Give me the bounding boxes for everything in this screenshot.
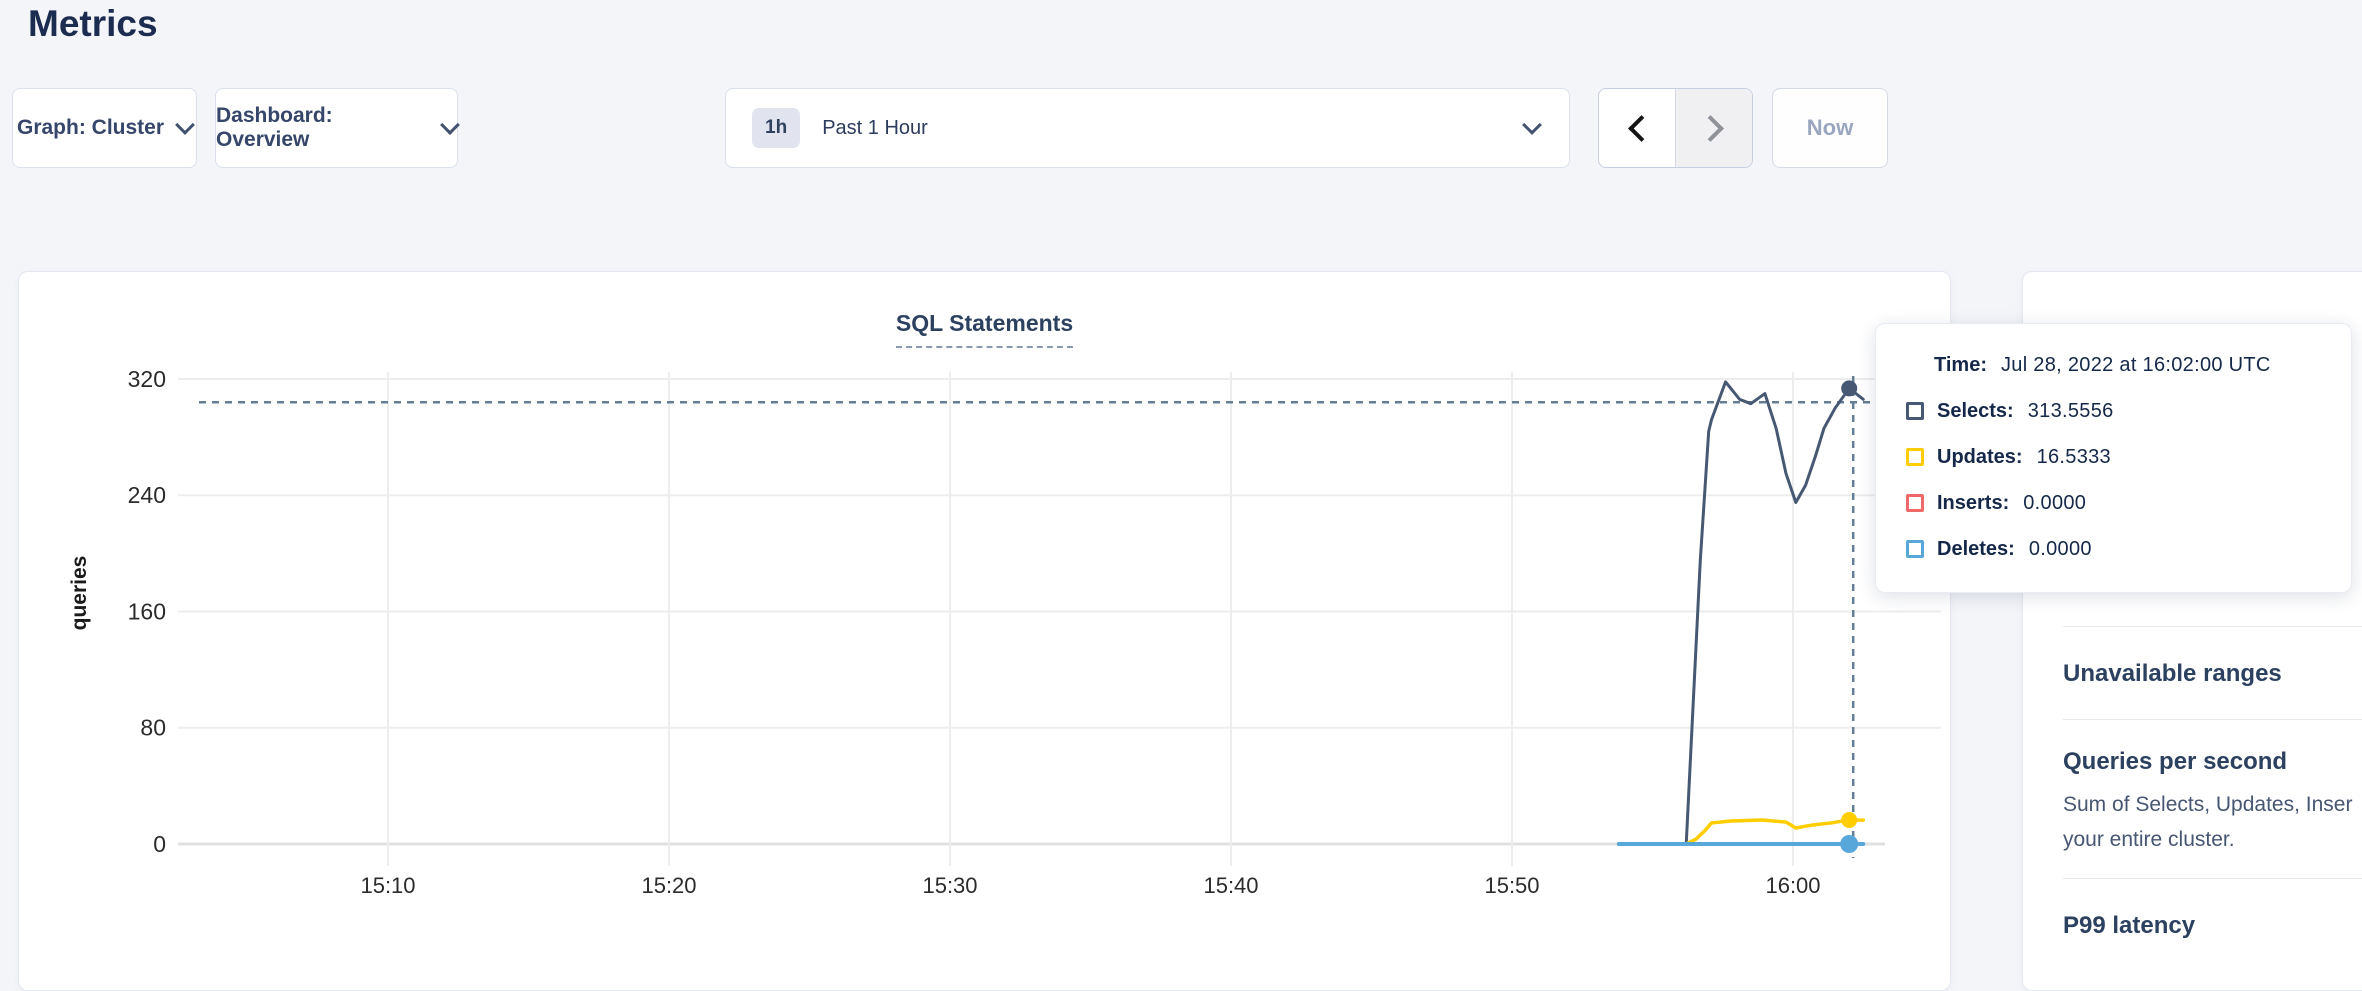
tooltip-row-selects: Selects: 313.5556 bbox=[1906, 388, 2351, 434]
time-range-badge: 1h bbox=[752, 108, 800, 148]
time-step-group bbox=[1598, 88, 1753, 168]
deletes-swatch-icon bbox=[1906, 540, 1924, 558]
divider bbox=[2063, 719, 2362, 720]
metrics-page: { "page": { "title": "Metrics" }, "toolb… bbox=[0, 0, 2362, 966]
tooltip-time-row: Time: Jul 28, 2022 at 16:02:00 UTC bbox=[1934, 346, 2351, 384]
time-range-label: Past 1 Hour bbox=[822, 117, 928, 140]
tooltip-row-updates: Updates: 16.5333 bbox=[1906, 434, 2351, 480]
tooltip-row-inserts: Inserts: 0.0000 bbox=[1906, 480, 2351, 526]
tooltip-row-value: 0.0000 bbox=[2023, 492, 2086, 515]
chevron-left-icon bbox=[1628, 115, 1655, 142]
svg-text:15:40: 15:40 bbox=[1203, 873, 1258, 898]
dashboard-dropdown[interactable]: Dashboard: Overview bbox=[215, 88, 458, 168]
tooltip-row-label: Updates: bbox=[1937, 446, 2023, 469]
sql-statements-chart[interactable]: 0 80 160 240 320 15:10 15:20 15:30 15:40 15:50 16:… bbox=[19, 272, 1952, 967]
svg-text:16:00: 16:00 bbox=[1765, 873, 1820, 898]
tooltip-row-deletes: Deletes: 0.0000 bbox=[1906, 526, 2351, 572]
tooltip-time-value: Jul 28, 2022 at 16:02:00 UTC bbox=[2001, 354, 2271, 377]
section-title-queries-per-second: Queries per second bbox=[2063, 748, 2287, 776]
chart-hover-tooltip: Time: Jul 28, 2022 at 16:02:00 UTC Selec… bbox=[1875, 323, 2352, 593]
graph-dropdown[interactable]: Graph: Cluster bbox=[12, 88, 197, 168]
selects-swatch-icon bbox=[1906, 402, 1924, 420]
svg-text:15:20: 15:20 bbox=[641, 873, 696, 898]
divider bbox=[2063, 878, 2362, 879]
svg-text:15:30: 15:30 bbox=[922, 873, 977, 898]
dashboard-dropdown-label: Dashboard: Overview bbox=[216, 104, 429, 152]
tooltip-row-label: Deletes: bbox=[1937, 538, 2015, 561]
svg-text:320: 320 bbox=[128, 366, 166, 392]
section-title-p99-latency: P99 latency bbox=[2063, 912, 2195, 940]
time-step-forward-button[interactable] bbox=[1675, 89, 1752, 167]
tooltip-row-label: Selects: bbox=[1937, 400, 2014, 423]
now-button[interactable]: Now bbox=[1772, 88, 1888, 168]
section-description-line: Sum of Selects, Updates, Inser bbox=[2063, 793, 2352, 817]
svg-text:80: 80 bbox=[140, 715, 166, 741]
svg-text:0: 0 bbox=[153, 831, 166, 857]
page-title: Metrics bbox=[28, 0, 158, 48]
time-step-back-button[interactable] bbox=[1599, 89, 1675, 167]
chevron-right-icon bbox=[1697, 115, 1724, 142]
tooltip-time-label: Time: bbox=[1934, 354, 1987, 377]
tooltip-row-value: 16.5333 bbox=[2037, 446, 2111, 469]
divider bbox=[2063, 626, 2362, 627]
sql-statements-chart-card: SQL Statements 08016024032015:1015:2015:… bbox=[18, 271, 1951, 991]
time-range-picker[interactable]: 1h Past 1 Hour bbox=[725, 88, 1570, 168]
chevron-down-icon bbox=[440, 115, 460, 135]
svg-text:queries: queries bbox=[68, 556, 91, 631]
section-title-unavailable-ranges: Unavailable ranges bbox=[2063, 660, 2282, 688]
inserts-swatch-icon bbox=[1906, 494, 1924, 512]
updates-swatch-icon bbox=[1906, 448, 1924, 466]
section-description-line: your entire cluster. bbox=[2063, 828, 2235, 852]
tooltip-row-value: 313.5556 bbox=[2028, 400, 2114, 423]
tooltip-row-value: 0.0000 bbox=[2029, 538, 2092, 561]
tooltip-row-label: Inserts: bbox=[1937, 492, 2009, 515]
svg-text:15:50: 15:50 bbox=[1484, 873, 1539, 898]
graph-dropdown-label: Graph: Cluster bbox=[17, 116, 164, 140]
svg-text:15:10: 15:10 bbox=[360, 873, 415, 898]
chevron-down-icon bbox=[175, 115, 195, 135]
svg-text:240: 240 bbox=[128, 482, 166, 508]
svg-text:160: 160 bbox=[128, 598, 166, 624]
chevron-down-icon bbox=[1522, 115, 1542, 135]
